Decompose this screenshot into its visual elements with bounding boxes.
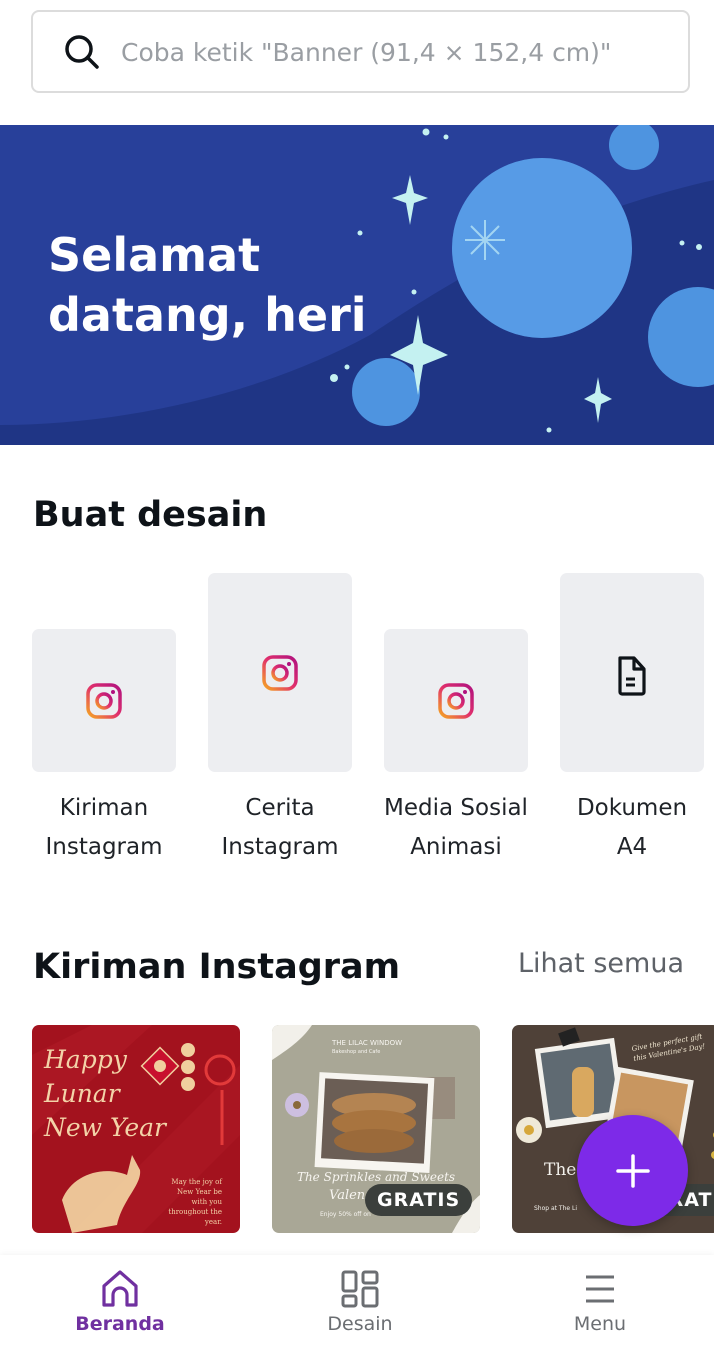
template-caption: May the joy of New Year be with you thro…: [168, 1178, 222, 1226]
hamburger-menu-icon: [586, 1275, 614, 1303]
template-headline: Happy Lunar New Year: [44, 1043, 166, 1145]
search-input[interactable]: [121, 28, 671, 76]
instagram-icon: [86, 682, 122, 719]
template-footer: Enjoy 50% off on: [320, 1211, 371, 1218]
search-icon: [65, 35, 99, 69]
create-item-label: Kiriman Instagram: [12, 789, 196, 867]
template-footer: Shop at The Li: [534, 1205, 578, 1212]
label-line: Instagram: [221, 834, 339, 860]
instagram-icon: [262, 655, 298, 691]
template-headline: The: [544, 1160, 577, 1180]
nav-item-menu[interactable]: Menu: [500, 1255, 700, 1347]
label-line: A4: [616, 834, 648, 860]
create-design-title: Buat desain: [33, 495, 268, 535]
label-line: Instagram: [45, 834, 163, 860]
create-card[interactable]: [208, 573, 352, 772]
search-bar[interactable]: [31, 10, 690, 93]
home-icon: [102, 1270, 138, 1307]
create-card[interactable]: [560, 573, 704, 772]
create-item-label: Dokumen A4: [540, 789, 714, 867]
nav-label: Menu: [573, 1313, 627, 1335]
headline-line: Lunar: [44, 1079, 120, 1108]
template-headline-2: Valen: [329, 1188, 366, 1203]
template-headline: The Sprinkles and Sweets: [296, 1170, 456, 1184]
template-brand: THE LILAC WINDOW: [332, 1039, 403, 1047]
nav-item-designs[interactable]: Desain: [260, 1255, 460, 1347]
welcome-line-1: Selamat: [48, 228, 261, 282]
label-line: Animasi: [410, 834, 502, 860]
bottom-nav: Beranda Desain Menu: [0, 1255, 714, 1347]
welcome-banner: Selamat datang, heri: [0, 125, 714, 445]
designs-grid-icon: [341, 1270, 379, 1308]
create-item-label: Cerita Instagram: [188, 789, 372, 867]
label-line: Dokumen: [576, 795, 688, 821]
headline-line: Happy: [44, 1045, 127, 1074]
free-badge: GRATIS: [365, 1184, 473, 1216]
welcome-line-2: datang, heri: [48, 288, 367, 342]
create-fab-button[interactable]: [577, 1115, 688, 1226]
create-design-list: Kiriman Instagram Cerita Instagram Media…: [32, 572, 714, 872]
instagram-icon: [438, 682, 474, 719]
nav-item-home[interactable]: Beranda: [20, 1255, 220, 1347]
headline-line: New Year: [44, 1113, 166, 1142]
plus-icon: [615, 1153, 650, 1188]
nav-label: Beranda: [75, 1313, 165, 1335]
see-all-link[interactable]: Lihat semua: [518, 948, 684, 979]
label-line: Media Sosial: [384, 795, 528, 821]
template-card-sprinkles-sweets[interactable]: THE LILAC WINDOW Bakeshop and Cafe The S…: [272, 1025, 480, 1233]
nav-label: Desain: [327, 1313, 393, 1335]
label-line: Kiriman: [59, 795, 149, 821]
welcome-heading: Selamat datang, heri: [48, 225, 367, 345]
create-item-label: Media Sosial Animasi: [364, 789, 548, 867]
template-brand-sub: Bakeshop and Cafe: [332, 1049, 381, 1055]
create-card[interactable]: [384, 629, 528, 772]
template-card-lunar-new-year[interactable]: Happy Lunar New Year May the joy of New …: [32, 1025, 240, 1233]
document-icon: [618, 656, 646, 696]
create-card[interactable]: [32, 629, 176, 772]
label-line: Cerita: [245, 795, 315, 821]
instagram-posts-title: Kiriman Instagram: [33, 947, 401, 987]
